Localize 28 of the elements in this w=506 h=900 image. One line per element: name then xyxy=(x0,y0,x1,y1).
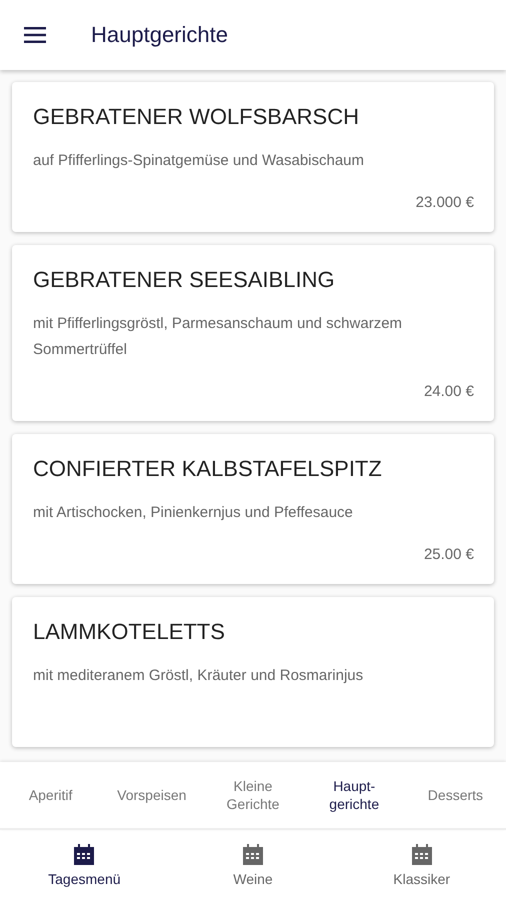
dish-description: auf Pfifferlings-Spinatgemüse und Wasabischaum xyxy=(33,151,366,171)
dish-description: mit Artischocken, Pinienkernjus und Pfeffesauce xyxy=(33,503,354,523)
category-tab[interactable]: Haupt- gerichte xyxy=(304,762,405,828)
dish-description: mit Pfifferlingsgröstl, Parmesanschaum und schwarzem Sommertrüffel xyxy=(33,314,404,360)
category-tab[interactable]: Aperitif xyxy=(0,762,102,828)
category-tab[interactable]: Desserts xyxy=(404,762,506,828)
dish-card[interactable]: GEBRATENER WOLFSBARSCH auf Pfifferlings-Spinatgemüse und Wasabischaum 23.000 € xyxy=(12,82,494,232)
nav-item[interactable]: Tagesmenü xyxy=(0,830,169,900)
category-tab[interactable]: Kleine Gerichte xyxy=(202,762,304,828)
dish-price: 24.00 € xyxy=(424,383,474,402)
dish-name: LAMMKOTELETTS xyxy=(33,619,226,645)
dish-name: GEBRATENER WOLFSBARSCH xyxy=(33,104,360,130)
category-tab[interactable]: Vorspeisen xyxy=(101,762,202,828)
calendar-icon xyxy=(241,843,265,867)
nav-item[interactable]: Klassiker xyxy=(337,830,506,900)
dish-price: 23.000 € xyxy=(416,194,474,213)
dish-price: 25.00 € xyxy=(424,546,474,565)
dish-description: mit mediteranem Gröstl, Kräuter und Rosmarinjus xyxy=(33,666,364,686)
calendar-icon xyxy=(410,843,434,867)
calendar-icon xyxy=(72,843,96,867)
dish-card[interactable]: CONFIERTER KALBSTAFELSPITZ mit Artischocken, Pinienkernjus und Pfeffesauce 25.00 € xyxy=(12,434,494,584)
dish-name: CONFIERTER KALBSTAFELSPITZ xyxy=(33,456,383,482)
menu-icon[interactable] xyxy=(24,27,46,43)
page-title: Hauptgerichte xyxy=(91,22,228,48)
nav-item[interactable]: Weine xyxy=(168,830,338,900)
dish-name: GEBRATENER SEESAIBLING xyxy=(33,267,336,293)
dish-card[interactable]: LAMMKOTELETTS mit mediteranem Gröstl, Kräuter und Rosmarinjus xyxy=(12,597,494,747)
dish-card[interactable]: GEBRATENER SEESAIBLING mit Pfifferlingsgröstl, Parmesanschaum und schwarzem Sommertrüffel 24.00 € xyxy=(12,245,494,421)
